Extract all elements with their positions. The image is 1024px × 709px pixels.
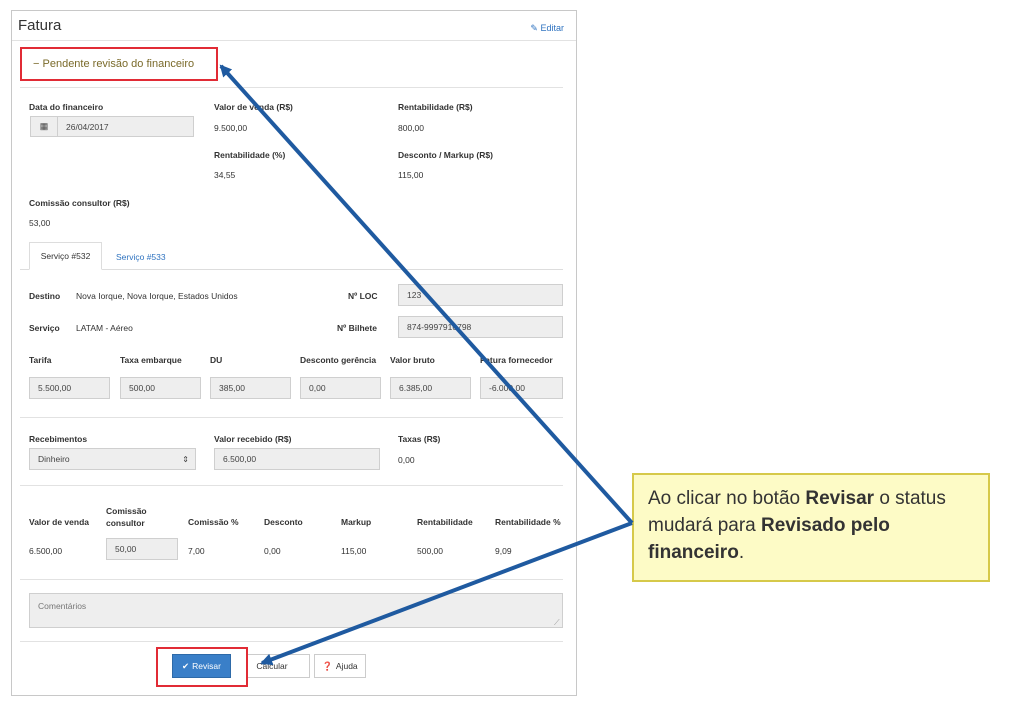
arrow-to-revisar-button <box>260 521 633 666</box>
annotation-arrows <box>219 64 634 666</box>
arrow-to-status <box>219 64 634 525</box>
